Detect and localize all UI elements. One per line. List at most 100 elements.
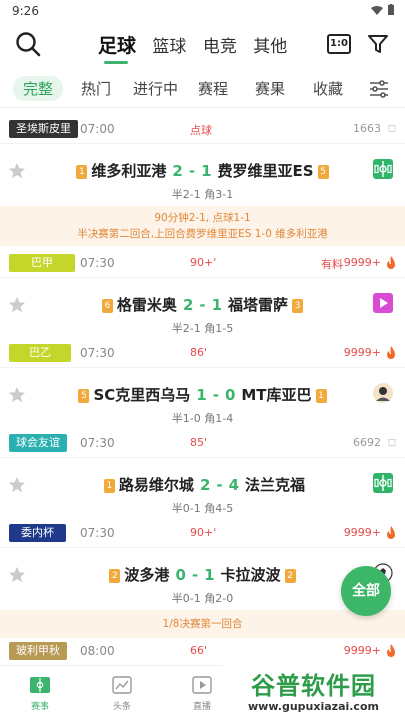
fire-icon xyxy=(387,644,395,657)
score-separator: - xyxy=(191,566,199,584)
away-team: 卡拉波波 xyxy=(220,566,281,584)
league-row[interactable]: 圣埃斯皮里 07:00 点球 1663 ◻ xyxy=(0,114,405,144)
league-tag: 巴乙 xyxy=(9,344,71,362)
field-icon[interactable] xyxy=(372,158,394,180)
league-row[interactable]: 委内杯 07:30 90+' 9999+ xyxy=(0,518,405,548)
settings-sliders-icon[interactable] xyxy=(368,78,390,100)
match-status: 66' xyxy=(190,644,208,657)
score-separator: - xyxy=(199,296,206,314)
match-status: 86' xyxy=(190,346,208,359)
score-separator: - xyxy=(216,476,223,494)
subtab-favorites[interactable]: 收藏 xyxy=(313,78,343,99)
field-icon[interactable] xyxy=(372,472,394,494)
subtab-schedule[interactable]: 赛程 xyxy=(198,78,228,99)
watermark-url: www.gupuxiazai.com xyxy=(248,700,379,713)
half-score: 半0-1 角4-5 xyxy=(171,502,234,515)
away-team: MT库亚巴 xyxy=(241,386,312,404)
score-separator: - xyxy=(212,386,219,404)
match-line: 1 路易维尔城 2-4 法兰克福 xyxy=(0,474,405,495)
league-tag: 圣埃斯皮里 xyxy=(9,120,78,138)
match-time: 07:30 xyxy=(80,526,115,540)
home-score: 2 xyxy=(199,476,211,494)
away-score: 4 xyxy=(228,476,240,494)
play-nav-icon xyxy=(192,676,212,694)
match-line: 5 SC克里西乌马 1-0 MT库亚巴 1 xyxy=(0,384,405,405)
nav-label: 头条 xyxy=(112,702,131,712)
away-team: 法兰克福 xyxy=(245,476,306,494)
bell-icon: ◻ xyxy=(387,437,396,448)
tab-other[interactable]: 其他 xyxy=(253,32,287,57)
league-tag: 球会友谊 xyxy=(9,434,67,452)
nav-label: 直播 xyxy=(192,702,211,712)
nav-label: 赛事 xyxy=(30,702,49,712)
expert-avatar-icon[interactable] xyxy=(372,382,394,404)
subtab-complete[interactable]: 完整 xyxy=(13,76,64,101)
tab-basketball[interactable]: 篮球 xyxy=(152,32,186,57)
home-rank-badge: 6 xyxy=(101,299,113,313)
match-time: 07:30 xyxy=(80,346,115,360)
league-row[interactable]: 玻利甲秋 08:00 66' 9999+ xyxy=(0,636,405,666)
home-score: 2 xyxy=(182,296,194,314)
chart-nav-icon xyxy=(112,676,132,694)
tab-football[interactable]: 足球 xyxy=(98,31,136,64)
video-play-icon[interactable] xyxy=(372,292,394,314)
insider-label[interactable]: 有料 xyxy=(321,256,343,272)
match-time: 07:30 xyxy=(80,436,115,450)
match-status: 90+' xyxy=(190,256,217,269)
sub-tabs: 完整 热门 进行中 赛程 赛果 收藏 xyxy=(0,70,405,108)
away-rank-badge: 5 xyxy=(317,165,329,179)
match-line: 6 格雷米奥 2-1 福塔雷萨 3 xyxy=(0,294,405,315)
fire-icon xyxy=(387,346,395,359)
home-rank-badge: 5 xyxy=(78,389,90,403)
home-team: SC克里西乌马 xyxy=(93,386,191,404)
score-separator: - xyxy=(188,162,196,180)
nav-events[interactable]: 赛事 xyxy=(10,674,70,712)
match-notice: 90分钟2-1, 点球1-1 半决赛第二回合,上回合费罗维里亚ES 1-0 维多… xyxy=(0,206,405,246)
league-tag: 巴甲 xyxy=(9,254,75,272)
nav-headlines[interactable]: 头条 xyxy=(92,674,152,712)
match-time: 07:00 xyxy=(80,122,115,136)
score-toggle-button[interactable]: 1:0 xyxy=(327,34,351,54)
status-icons xyxy=(371,4,395,19)
away-rank-badge: 3 xyxy=(292,299,304,313)
field-nav-icon xyxy=(30,677,50,693)
match-time: 07:30 xyxy=(80,256,115,270)
away-rank-badge: 2 xyxy=(284,569,296,583)
match-status: 90+' xyxy=(190,526,217,539)
league-row[interactable]: 巴甲 07:30 90+' 有料 9999+ xyxy=(0,248,405,278)
home-score: 2 xyxy=(172,162,183,180)
status-bar: 9:26 xyxy=(0,0,405,22)
league-row[interactable]: 球会友谊 07:30 85' 6692 ◻ xyxy=(0,428,405,458)
half-score: 半1-0 角1-4 xyxy=(171,412,234,425)
half-score: 半2-1 角1-5 xyxy=(171,322,234,335)
subtab-live[interactable]: 进行中 xyxy=(133,78,178,99)
subtab-results[interactable]: 赛果 xyxy=(255,78,285,99)
notice-line: 半决赛第二回合,上回合费罗维里亚ES 1-0 维多利亚港 xyxy=(77,228,328,240)
watermark-title: 谷普软件园 xyxy=(251,671,376,700)
away-score: 1 xyxy=(211,296,223,314)
match-line: 1 维多利亚港 2-1 费罗维里亚ES 5 xyxy=(0,160,405,181)
away-score: 0 xyxy=(224,386,236,404)
filter-icon[interactable] xyxy=(366,32,390,56)
away-rank-badge: 1 xyxy=(315,389,327,403)
sport-tabs: 足球 篮球 电竞 其他 xyxy=(98,31,298,64)
subtab-hot[interactable]: 热门 xyxy=(81,78,111,99)
status-time: 9:26 xyxy=(12,4,39,18)
watermark: 谷普软件园 www.gupuxiazai.com xyxy=(222,664,405,720)
search-icon[interactable] xyxy=(14,30,42,58)
league-row[interactable]: 巴乙 07:30 86' 9999+ xyxy=(0,338,405,368)
top-nav: 足球 篮球 电竞 其他 1:0 xyxy=(0,22,405,66)
view-count: 9999+ xyxy=(343,526,381,539)
away-score: 1 xyxy=(201,162,212,180)
league-tag: 玻利甲秋 xyxy=(9,642,67,660)
battery-icon xyxy=(388,4,394,15)
home-score: 1 xyxy=(196,386,207,404)
view-count: 1663 xyxy=(353,122,381,135)
away-team: 福塔雷萨 xyxy=(228,296,289,314)
home-rank-badge: 1 xyxy=(103,479,115,493)
all-matches-button[interactable]: 全部 xyxy=(341,566,391,616)
tab-esports[interactable]: 电竞 xyxy=(203,32,237,57)
away-team: 费罗维里亚ES xyxy=(217,162,314,180)
home-team: 波多港 xyxy=(124,566,170,584)
view-count: 9999+ xyxy=(343,346,381,359)
